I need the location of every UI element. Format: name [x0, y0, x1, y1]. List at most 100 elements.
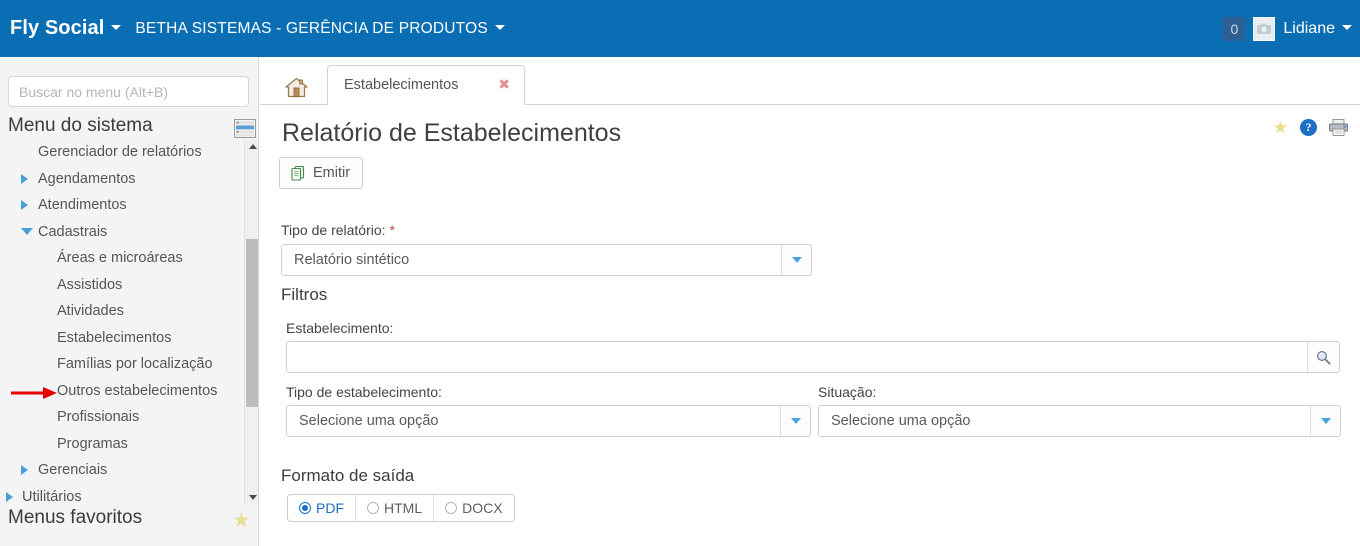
brand-menu[interactable]: Fly Social — [10, 17, 122, 40]
sidebar: Menu do sistema Gerenciador de relatório… — [0, 57, 259, 546]
sidebar-item-label: Assistidos — [57, 276, 123, 293]
sidebar-item-gerenciador-de-relat-rios[interactable]: Gerenciador de relatórios — [0, 139, 243, 166]
formato-option-pdf[interactable]: PDF — [288, 495, 356, 521]
chevron-right-icon[interactable] — [21, 173, 28, 184]
tab-strip: Estabelecimentos ✖ — [260, 57, 1360, 105]
camera-icon — [1257, 23, 1272, 34]
formato-option-label: DOCX — [462, 500, 503, 516]
estabelecimento-input[interactable] — [287, 342, 1307, 372]
header-right-cluster: 0 Lidiane — [1223, 0, 1352, 57]
sidebar-item-gerenciais[interactable]: Gerenciais — [0, 457, 243, 484]
formato-option-html[interactable]: HTML — [356, 495, 435, 521]
situacao-select[interactable]: Selecione uma opção — [818, 405, 1341, 437]
situacao-value: Selecione uma opção — [831, 413, 971, 429]
sidebar-item-programas[interactable]: Programas — [0, 431, 243, 458]
system-menu-tree: Gerenciador de relatórios Agendamentos Ate… — [0, 139, 243, 505]
page-title: Relatório de Estabelecimentos — [282, 119, 622, 147]
notification-badge[interactable]: 0 — [1223, 16, 1246, 41]
username-label: Lidiane — [1283, 19, 1335, 37]
scroll-down-button[interactable] — [245, 490, 258, 505]
triangle-up-icon — [248, 144, 257, 149]
dropdown-toggle[interactable] — [780, 406, 810, 436]
sidebar-item-label: Gerenciador de relatórios — [38, 144, 202, 160]
emitir-button[interactable]: Emitir — [279, 157, 364, 189]
brand-label: Fly Social — [10, 17, 105, 39]
page-header-icons: ★ ? — [1273, 119, 1348, 136]
radio-indicator[interactable] — [367, 502, 379, 514]
tab-label: Estabelecimentos — [344, 77, 459, 93]
radio-indicator[interactable] — [299, 502, 311, 514]
menu-layout-icon[interactable] — [234, 119, 256, 138]
organization-menu[interactable]: BETHA SISTEMAS - GERÊNCIA DE PRODUTOS — [135, 20, 505, 38]
formato-saida-radio-group[interactable]: PDF HTML DOCX — [287, 494, 515, 522]
sidebar-item-utilit-rios[interactable]: Utilitários — [0, 484, 243, 506]
formato-option-docx[interactable]: DOCX — [434, 495, 513, 521]
formato-saida-heading: Formato de saída — [281, 466, 415, 485]
sidebar-item-agendamentos[interactable]: Agendamentos — [0, 166, 243, 193]
dropdown-toggle[interactable] — [781, 245, 811, 275]
chevron-right-icon[interactable] — [21, 200, 28, 211]
menu-search-input[interactable] — [8, 76, 249, 107]
chevron-right-icon[interactable] — [21, 465, 28, 476]
sidebar-item-estabelecimentos[interactable]: Estabelecimentos — [0, 325, 243, 352]
estabelecimento-field[interactable] — [286, 341, 1340, 373]
tipo-estabelecimento-select[interactable]: Selecione uma opção — [286, 405, 811, 437]
favorites-star-icon[interactable]: ★ — [232, 510, 251, 531]
emitir-button-label: Emitir — [313, 165, 351, 181]
help-icon[interactable]: ? — [1300, 119, 1317, 136]
user-menu[interactable]: Lidiane — [1283, 20, 1352, 38]
close-icon[interactable]: ✖ — [498, 78, 510, 92]
scroll-up-button[interactable] — [245, 139, 258, 154]
sidebar-item-atendimentos[interactable]: Atendimentos — [0, 192, 243, 219]
chevron-right-icon[interactable] — [6, 491, 13, 502]
estabelecimento-label: Estabelecimento: — [286, 320, 394, 336]
formato-option-label: HTML — [384, 500, 423, 516]
favorites-heading: Menus favoritos — [8, 507, 143, 528]
sidebar-item-outros-estabelecimentos[interactable]: Outros estabelecimentos — [0, 378, 243, 405]
sidebar-item-label: Atendimentos — [38, 197, 127, 213]
scrollbar-thumb[interactable] — [246, 239, 258, 407]
tab-estabelecimentos[interactable]: Estabelecimentos ✖ — [327, 65, 525, 105]
avatar[interactable] — [1253, 16, 1276, 41]
top-header-bar: Fly Social BETHA SISTEMAS - GERÊNCIA DE … — [0, 0, 1360, 57]
home-icon — [284, 77, 308, 97]
sidebar-item-label: Gerenciais — [38, 462, 108, 478]
sidebar-item-label: Áreas e microáreas — [57, 250, 183, 266]
search-button[interactable] — [1307, 342, 1339, 372]
tipo-relatorio-label-text: Tipo de relatório: — [281, 222, 386, 238]
sidebar-item-fam-lias-por-localiza-o[interactable]: Famílias por localização — [0, 351, 243, 378]
tab-home[interactable] — [272, 69, 320, 105]
chevron-down-icon — [1342, 24, 1352, 30]
tipo-relatorio-label: Tipo de relatório: * — [281, 222, 395, 238]
search-icon — [1316, 350, 1331, 365]
sidebar-item-assistidos[interactable]: Assistidos — [0, 272, 243, 299]
print-icon[interactable] — [1329, 119, 1348, 136]
organization-label: BETHA SISTEMAS - GERÊNCIA DE PRODUTOS — [135, 19, 488, 37]
sidebar-item-label: Agendamentos — [38, 170, 136, 187]
sidebar-item-atividades[interactable]: Atividades — [0, 298, 243, 325]
sidebar-item-cadastrais[interactable]: Cadastrais — [0, 219, 243, 246]
filtros-heading: Filtros — [281, 285, 328, 304]
tipo-relatorio-value: Relatório sintético — [294, 252, 410, 268]
tipo-estabelecimento-value: Selecione uma opção — [299, 413, 439, 429]
sidebar-item-label: Profissionais — [57, 409, 140, 425]
chevron-down-icon — [1320, 418, 1331, 424]
dropdown-toggle[interactable] — [1310, 406, 1340, 436]
favorite-star-icon[interactable]: ★ — [1273, 119, 1288, 136]
formato-option-label: PDF — [316, 500, 344, 516]
sidebar-item-profissionais[interactable]: Profissionais — [0, 404, 243, 431]
chevron-down-icon — [791, 257, 802, 263]
radio-indicator[interactable] — [445, 502, 458, 514]
sidebar-item-label: Outros estabelecimentos — [57, 382, 218, 399]
tipo-relatorio-select[interactable]: Relatório sintético — [281, 244, 812, 276]
situacao-label: Situação: — [818, 384, 877, 400]
report-copy-icon — [291, 165, 305, 181]
sidebar-scrollbar[interactable] — [244, 139, 258, 505]
main-content: Estabelecimentos ✖ Relatório de Estabele… — [260, 57, 1360, 546]
sidebar-item-reas-e-micro-reas[interactable]: Áreas e microáreas — [0, 245, 243, 272]
chevron-down-icon — [790, 418, 801, 424]
sidebar-item-label: Famílias por localização — [57, 356, 213, 372]
sidebar-item-label: Cadastrais — [38, 223, 108, 240]
chevron-down-icon — [494, 24, 505, 30]
chevron-down-icon[interactable] — [21, 228, 33, 236]
